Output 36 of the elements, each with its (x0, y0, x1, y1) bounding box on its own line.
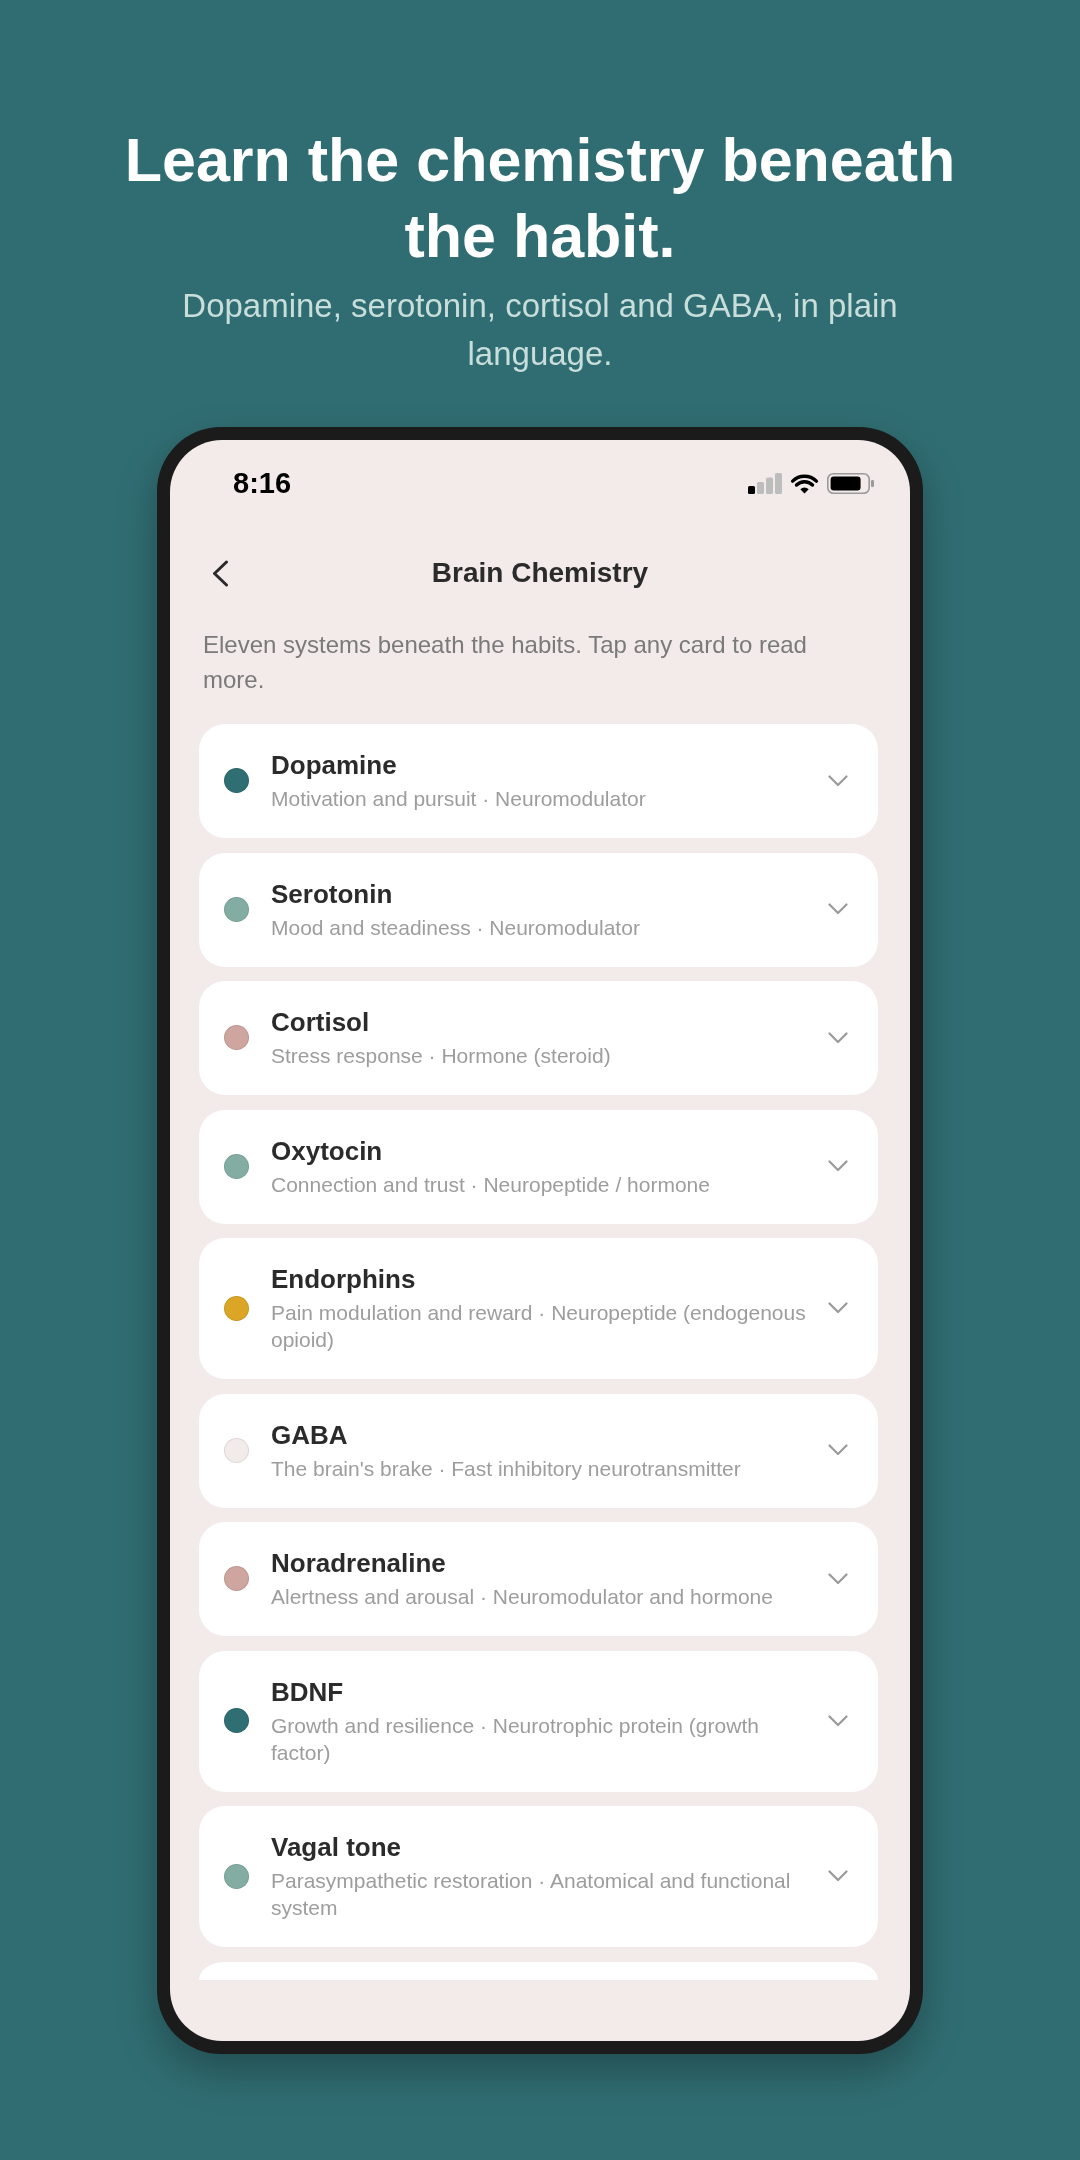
headline-subtitle: Dopamine, serotonin, cortisol and GABA, in plain language. (181, 286, 899, 374)
system-name: Oxytocin (271, 1134, 384, 1167)
status-time: 8:16 (233, 468, 292, 498)
system-name: Endorphins (271, 1263, 417, 1295)
system-summary: Mood and steadiness · Neuromodulator (271, 914, 641, 941)
system-name: Cortisol (271, 1006, 371, 1038)
system-name: Serotonin (271, 877, 394, 910)
system-name: Noradrenaline (271, 1547, 447, 1579)
headline-title: Learn the chemistry beneath the habit. (123, 125, 957, 272)
wifi-icon (790, 472, 819, 494)
system-summary: Connection and trust · Neuropeptide / hormone (271, 1171, 711, 1198)
system-summary: Pain modulation and reward · Neuropeptide (endogenous opioid) (271, 1300, 807, 1353)
signal-icon (748, 472, 782, 494)
system-summary: The brain's brake · Fast inhibitory neurotransmitter (271, 1455, 742, 1482)
screen-title: Brain Chemistry (431, 556, 649, 590)
system-summary: Stress response · Hormone (steroid) (271, 1043, 612, 1069)
system-card[interactable]: BDNF Growth and resilience · Neurotrophic protein (growth factor) (199, 1650, 878, 1792)
system-card[interactable]: Dopamine Motivation and pursuit · Neuromodulator (199, 724, 878, 838)
system-summary: Alertness and arousal · Neuromodulator and hormone (271, 1584, 774, 1610)
system-summary: Motivation and pursuit · Neuromodulator (271, 786, 647, 812)
system-card[interactable]: Vagal tone Parasympathetic restoration · Anatomical and functional system (199, 1806, 878, 1947)
system-name: Vagal tone (271, 1831, 403, 1863)
system-name: BDNF (271, 1675, 345, 1708)
system-card[interactable]: GABA The brain's brake · Fast inhibitory neurotransmitter (199, 1393, 878, 1508)
system-card[interactable]: Cortisol Stress response · Hormone (steroid) (199, 981, 878, 1095)
system-summary: Parasympathetic restoration · Anatomical and functional system (271, 1868, 792, 1921)
system-name: GABA (271, 1418, 349, 1451)
system-summary: Growth and resilience · Neurotrophic protein (growth factor) (271, 1712, 760, 1766)
battery-icon (827, 472, 874, 494)
system-card[interactable]: Endorphins Pain modulation and reward · Neuropeptide (endogenous opioid) (199, 1238, 878, 1379)
chevron-left-icon (211, 559, 229, 587)
intro-text: Eleven systems beneath the habits. Tap any card to read more. (203, 630, 808, 695)
system-card[interactable]: Noradrenaline Alertness and arousal · Neuromodulator and hormone (199, 1522, 878, 1636)
system-card[interactable]: Serotonin Mood and steadiness · Neuromodulator (199, 852, 878, 967)
system-name: Dopamine (271, 749, 398, 781)
system-card[interactable]: Oxytocin Connection and trust · Neuropeptide / hormone (199, 1109, 878, 1224)
